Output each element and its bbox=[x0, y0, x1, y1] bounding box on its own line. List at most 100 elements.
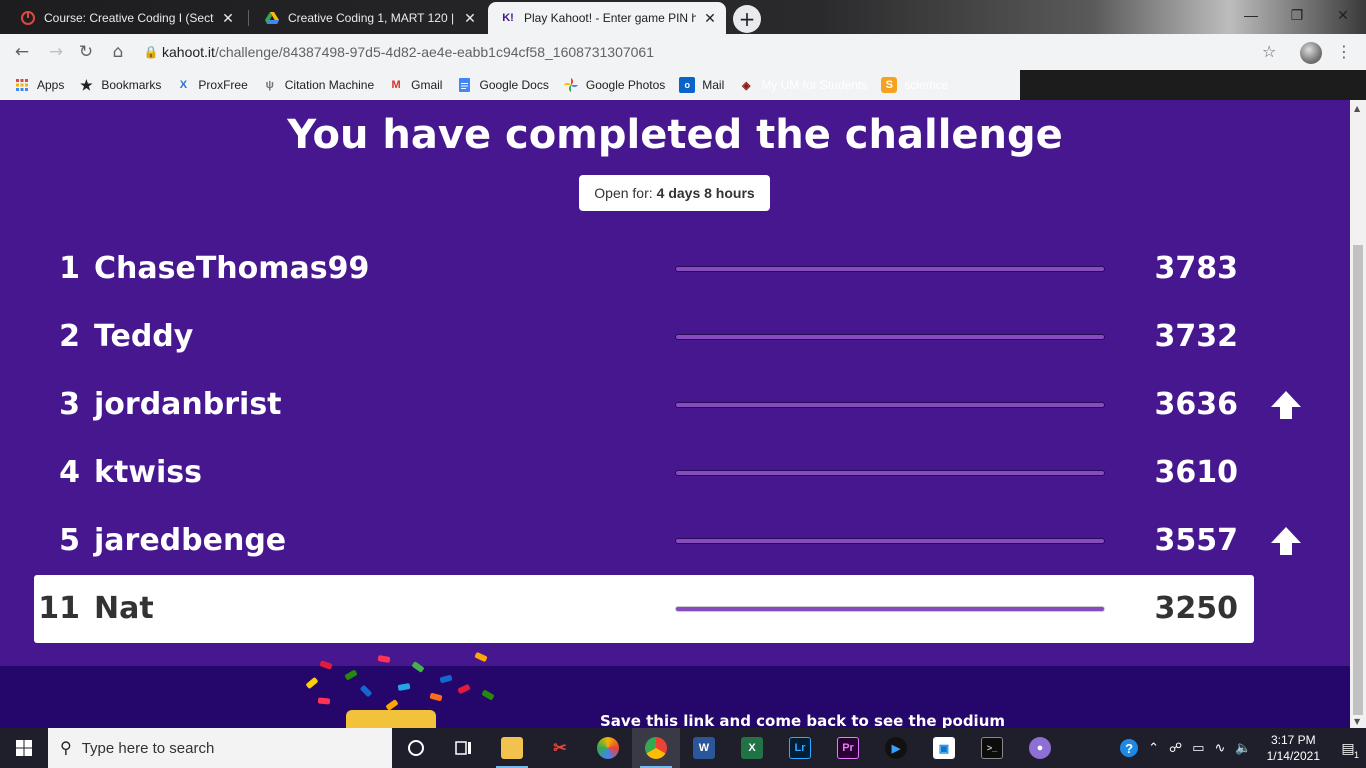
bookmark-apps[interactable]: Apps bbox=[14, 77, 64, 93]
minimize-button[interactable]: — bbox=[1228, 0, 1274, 30]
open-for-label: Open for: bbox=[594, 185, 653, 201]
photos-icon[interactable] bbox=[584, 728, 632, 768]
tab-divider bbox=[248, 10, 249, 26]
device-icon[interactable]: ☍ bbox=[1169, 740, 1182, 756]
score-bar bbox=[675, 606, 1105, 612]
bookmark-label: ProxFree bbox=[198, 78, 248, 92]
windows-start-icon[interactable] bbox=[0, 728, 48, 768]
chrome-icon[interactable] bbox=[632, 728, 680, 768]
page-scrollbar[interactable]: ▲ ▼ bbox=[1350, 100, 1366, 728]
taskbar-search-box[interactable]: ⚲ Type here to search bbox=[48, 728, 392, 768]
clock[interactable]: 3:17 PM 1/14/2021 bbox=[1267, 732, 1320, 764]
rank: 2 bbox=[59, 319, 80, 354]
schoology-icon: S bbox=[881, 77, 898, 93]
task-view-icon[interactable] bbox=[440, 728, 488, 768]
reload-icon[interactable]: ↻ bbox=[72, 38, 100, 66]
player-name: ktwiss bbox=[94, 455, 203, 490]
google-drive-icon bbox=[264, 10, 280, 26]
bookmark-label: Apps bbox=[37, 78, 65, 92]
star-icon: ★ bbox=[80, 76, 93, 93]
close-window-button[interactable]: ✕ bbox=[1320, 0, 1366, 30]
menu-dots-icon[interactable]: ⋮ bbox=[1336, 42, 1352, 61]
player-name: ChaseThomas99 bbox=[94, 251, 370, 286]
bookmark-proxfree[interactable]: X ProxFree bbox=[175, 77, 248, 93]
file-explorer-icon[interactable] bbox=[488, 728, 536, 768]
close-icon[interactable]: ✕ bbox=[220, 10, 236, 26]
bookmark-label: sciemce bbox=[904, 78, 949, 92]
tab-title: Course: Creative Coding I (Sect: 5 bbox=[44, 11, 214, 25]
bookmark-gmail[interactable]: M Gmail bbox=[388, 77, 443, 93]
tab-course[interactable]: Course: Creative Coding I (Sect: 5 ✕ bbox=[8, 2, 244, 34]
help-icon[interactable]: ? bbox=[1120, 739, 1139, 757]
new-tab-button[interactable]: + bbox=[733, 5, 761, 33]
terminal-icon[interactable]: >_ bbox=[968, 728, 1016, 768]
browser-toolbar: ← → ↻ ⌂ 🔒 kahoot.it/challenge/84387498-9… bbox=[0, 34, 1366, 70]
bookmark-bookmarks[interactable]: ★ Bookmarks bbox=[78, 77, 161, 93]
score-bar bbox=[675, 470, 1105, 476]
bookmark-star-icon[interactable]: ☆ bbox=[1262, 42, 1276, 61]
browser-tab-strip: Course: Creative Coding I (Sect: 5 ✕ Cre… bbox=[0, 0, 1366, 34]
close-icon[interactable]: ✕ bbox=[462, 10, 478, 26]
premiere-icon[interactable]: Pr bbox=[824, 728, 872, 768]
tab-creative-coding[interactable]: Creative Coding 1, MART 120 | H ✕ bbox=[252, 2, 486, 34]
search-icon: ⚲ bbox=[60, 740, 72, 757]
media-player-icon[interactable]: ▶ bbox=[872, 728, 920, 768]
gmail-icon: M bbox=[391, 79, 401, 91]
scroll-down-arrow-icon[interactable]: ▼ bbox=[1354, 717, 1360, 726]
battery-icon[interactable]: ▭ bbox=[1192, 740, 1204, 756]
scrollbar-thumb[interactable] bbox=[1353, 245, 1363, 715]
back-arrow-icon[interactable]: ← bbox=[8, 38, 36, 66]
bookmark-google-photos[interactable]: Google Photos bbox=[563, 77, 665, 93]
apps-grid-icon bbox=[14, 77, 30, 93]
kahoot-icon: K! bbox=[502, 12, 514, 24]
podium-footer: Save this link and come back to see the … bbox=[0, 651, 1350, 728]
leaderboard-row: 3 jordanbrist 3636 bbox=[34, 371, 1301, 439]
bookmark-my-um[interactable]: ◈ My UM for Students bbox=[738, 77, 867, 93]
clock-time: 3:17 PM bbox=[1270, 733, 1316, 747]
player-name: Teddy bbox=[94, 319, 194, 354]
excel-icon[interactable]: X bbox=[728, 728, 776, 768]
rank: 4 bbox=[59, 455, 80, 490]
bookmark-citation-machine[interactable]: ψ Citation Machine bbox=[262, 77, 375, 93]
score-bar bbox=[675, 334, 1105, 340]
address-bar[interactable]: 🔒 kahoot.it/challenge/84387498-97d5-4d82… bbox=[140, 38, 1290, 66]
snipping-tool-icon[interactable]: ✂ bbox=[536, 728, 584, 768]
close-icon[interactable]: ✕ bbox=[702, 10, 718, 26]
notifications-icon[interactable]: ▤ 1 bbox=[1330, 728, 1366, 768]
bookmark-sciemce[interactable]: S sciemce bbox=[881, 77, 948, 93]
rank-up-arrow-icon bbox=[1271, 527, 1301, 555]
forward-arrow-icon[interactable]: → bbox=[42, 38, 70, 66]
confetti bbox=[377, 655, 391, 663]
github-desktop-icon[interactable]: ● bbox=[1016, 728, 1064, 768]
store-icon[interactable]: ▣ bbox=[920, 728, 968, 768]
bookmark-google-docs[interactable]: Google Docs bbox=[456, 77, 549, 93]
leaderboard-row: 4 ktwiss 3610 bbox=[34, 439, 1254, 507]
cortana-icon[interactable] bbox=[392, 728, 440, 768]
confetti bbox=[319, 660, 333, 670]
rank: 3 bbox=[59, 387, 80, 422]
home-icon[interactable]: ⌂ bbox=[104, 38, 132, 66]
bookmark-label: Gmail bbox=[411, 78, 443, 92]
rank: 5 bbox=[59, 523, 80, 558]
score: 3783 bbox=[1154, 251, 1239, 286]
trophy-icon bbox=[346, 710, 436, 728]
leaderboard-row: 1 ChaseThomas99 3783 bbox=[34, 235, 1254, 303]
restore-button[interactable]: ❐ bbox=[1274, 0, 1320, 30]
confetti bbox=[411, 661, 425, 673]
my-leaderboard-row: 11 Nat 3250 bbox=[34, 575, 1254, 643]
scroll-up-arrow-icon[interactable]: ▲ bbox=[1354, 104, 1360, 113]
chevron-up-icon[interactable]: ⌃ bbox=[1148, 740, 1159, 756]
word-icon[interactable]: W bbox=[680, 728, 728, 768]
confetti bbox=[481, 689, 495, 701]
bookmark-mail[interactable]: o Mail bbox=[679, 77, 724, 93]
profile-avatar[interactable] bbox=[1300, 42, 1322, 64]
system-tray: ? ⌃ ☍ ▭ ∿ 🔈 3:17 PM 1/14/2021 ▤ 1 bbox=[1115, 728, 1366, 768]
windows-taskbar: ⚲ Type here to search ✂ W X Lr Pr ▶ ▣ >_… bbox=[0, 728, 1366, 768]
volume-icon[interactable]: 🔈 bbox=[1235, 740, 1251, 756]
tab-kahoot[interactable]: K! Play Kahoot! - Enter game PIN h ✕ bbox=[488, 2, 726, 34]
um-icon: ◈ bbox=[742, 79, 751, 92]
tab-title: Play Kahoot! - Enter game PIN h bbox=[524, 11, 696, 25]
lightroom-icon[interactable]: Lr bbox=[776, 728, 824, 768]
confetti bbox=[429, 692, 443, 702]
wifi-icon[interactable]: ∿ bbox=[1215, 740, 1226, 756]
